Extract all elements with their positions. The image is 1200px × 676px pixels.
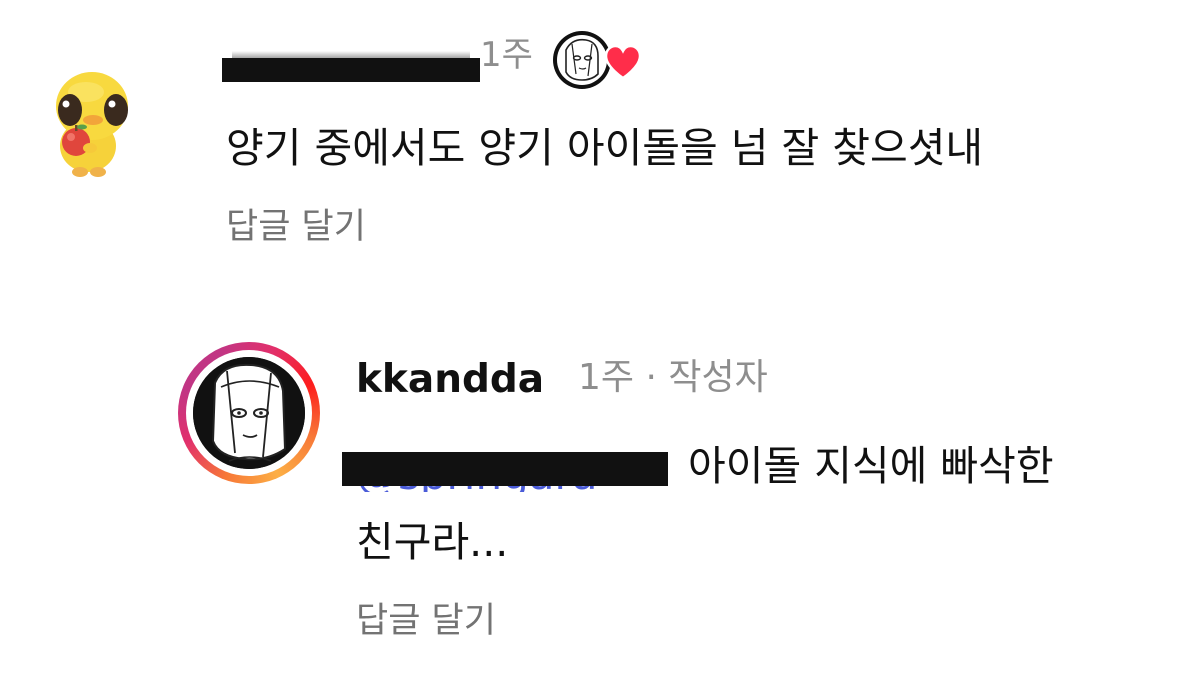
avatar-ring-gap xyxy=(186,350,312,476)
reply-button[interactable]: 답글 달기 xyxy=(356,604,496,639)
comment-text-line1: 아이돌 지식에 빠삭한 xyxy=(688,442,1054,490)
author-like-avatar xyxy=(552,30,612,90)
comment-time: 1주 xyxy=(480,35,533,75)
sketch-face-avatar-icon xyxy=(553,31,611,89)
redacted-username[interactable] xyxy=(222,48,480,82)
sketch-face-avatar-icon xyxy=(193,357,305,469)
comment-meta: 1주 · 작성자 xyxy=(578,357,768,398)
author-username[interactable]: kkandda xyxy=(356,360,544,399)
comment-text: 양기 중에서도 양기 아이돌을 넘 잘 찾으셧내 xyxy=(226,124,984,172)
avatar-image xyxy=(193,357,305,469)
commenter-avatar[interactable] xyxy=(40,62,140,182)
mention-redaction xyxy=(342,452,668,486)
comment-text-line2: 친구라... xyxy=(356,518,509,566)
heart-icon xyxy=(604,44,642,80)
mention-link[interactable]: @springara xyxy=(342,446,672,492)
author-avatar[interactable] xyxy=(178,342,320,484)
yellow-duck-apple-avatar-icon xyxy=(56,72,128,177)
reply-button[interactable]: 답글 달기 xyxy=(226,210,366,245)
